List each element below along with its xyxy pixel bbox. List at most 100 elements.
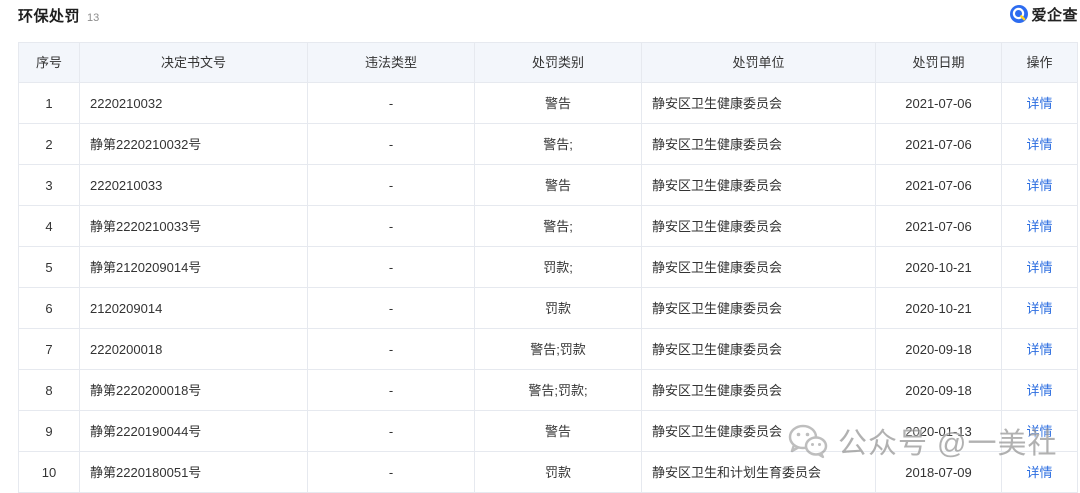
brand-logo: 爱企查 xyxy=(1009,3,1078,25)
cell-authority: 静安区卫生健康委员会 xyxy=(642,206,876,247)
cell-index: 4 xyxy=(19,206,80,247)
cell-index: 1 xyxy=(19,83,80,124)
table-row: 10 静第2220180051号 - 罚款 静安区卫生和计划生育委员会 2018-07-0… xyxy=(19,452,1078,493)
search-q-icon xyxy=(1010,5,1029,23)
cell-violation-type: - xyxy=(308,247,475,288)
action-cell: 详情 xyxy=(1002,165,1078,206)
cell-penalty-category: 警告; xyxy=(475,206,642,247)
action-cell: 详情 xyxy=(1002,411,1078,452)
cell-doc-no: 静第2220200018号 xyxy=(80,370,308,411)
table-row: 4 静第2220210033号 - 警告; 静安区卫生健康委员会 2021-07-06 详情 xyxy=(19,206,1078,247)
action-cell: 详情 xyxy=(1002,206,1078,247)
cell-doc-no: 静第2220190044号 xyxy=(80,411,308,452)
cell-authority: 静安区卫生健康委员会 xyxy=(642,411,876,452)
cell-date: 2020-01-13 xyxy=(876,411,1002,452)
cell-date: 2021-07-06 xyxy=(876,83,1002,124)
cell-doc-no: 静第2220210032号 xyxy=(80,124,308,165)
cell-doc-no: 2220210032 xyxy=(80,83,308,124)
cell-penalty-category: 罚款 xyxy=(475,452,642,493)
details-link[interactable]: 详情 xyxy=(1026,302,1052,315)
cell-penalty-category: 警告;罚款 xyxy=(475,329,642,370)
brand-name: 爱企查 xyxy=(1031,6,1078,24)
cell-violation-type: - xyxy=(308,83,475,124)
cell-index: 6 xyxy=(19,288,80,329)
action-cell: 详情 xyxy=(1002,124,1078,165)
cell-doc-no: 2220200018 xyxy=(80,329,308,370)
penalty-panel: 环保处罚 13 爱企查 序号 决定书文号 违法类型 处罚类别 处罚单位 处罚日期… xyxy=(0,0,1080,493)
details-link[interactable]: 详情 xyxy=(1026,384,1052,397)
cell-penalty-category: 警告;罚款; xyxy=(475,370,642,411)
cell-index: 7 xyxy=(19,329,80,370)
cell-date: 2020-10-21 xyxy=(876,247,1002,288)
cell-penalty-category: 警告 xyxy=(475,165,642,206)
cell-index: 9 xyxy=(19,411,80,452)
cell-authority: 静安区卫生健康委员会 xyxy=(642,124,876,165)
cell-violation-type: - xyxy=(308,452,475,493)
cell-doc-no: 静第2220180051号 xyxy=(80,452,308,493)
cell-date: 2020-09-18 xyxy=(876,329,1002,370)
cell-penalty-category: 警告 xyxy=(475,83,642,124)
cell-violation-type: - xyxy=(308,288,475,329)
cell-date: 2021-07-06 xyxy=(876,206,1002,247)
table-row: 9 静第2220190044号 - 警告 静安区卫生健康委员会 2020-01-13 详情 xyxy=(19,411,1078,452)
cell-date: 2018-07-09 xyxy=(876,452,1002,493)
cell-index: 2 xyxy=(19,124,80,165)
cell-date: 2021-07-06 xyxy=(876,165,1002,206)
section-title: 环保处罚 xyxy=(18,8,81,25)
record-count: 13 xyxy=(87,12,100,24)
cell-violation-type: - xyxy=(308,124,475,165)
section-header: 环保处罚 13 xyxy=(18,5,99,29)
cell-index: 5 xyxy=(19,247,80,288)
table-row: 1 2220210032- 警告 静安区卫生健康委员会 2021-07-06 详情 xyxy=(19,83,1078,124)
cell-violation-type: - xyxy=(308,206,475,247)
cell-index: 10 xyxy=(19,452,80,493)
cell-penalty-category: 警告; xyxy=(475,124,642,165)
header-index: 序号 xyxy=(19,43,80,83)
action-cell: 详情 xyxy=(1002,247,1078,288)
header-authority: 处罚单位 xyxy=(642,43,876,83)
table-row: 7 2220200018- 警告;罚款 静安区卫生健康委员会 2020-09-18 详情 xyxy=(19,329,1078,370)
cell-authority: 静安区卫生健康委员会 xyxy=(642,247,876,288)
cell-penalty-category: 罚款; xyxy=(475,247,642,288)
cell-index: 8 xyxy=(19,370,80,411)
cell-date: 2020-10-21 xyxy=(876,288,1002,329)
cell-doc-no: 静第2220210033号 xyxy=(80,206,308,247)
cell-violation-type: - xyxy=(308,329,475,370)
cell-authority: 静安区卫生健康委员会 xyxy=(642,370,876,411)
action-cell: 详情 xyxy=(1002,288,1078,329)
details-link[interactable]: 详情 xyxy=(1026,220,1052,233)
cell-doc-no: 2120209014 xyxy=(80,288,308,329)
details-link[interactable]: 详情 xyxy=(1026,179,1052,192)
action-cell: 详情 xyxy=(1002,329,1078,370)
cell-index: 3 xyxy=(19,165,80,206)
details-link[interactable]: 详情 xyxy=(1026,343,1052,356)
table-row: 2 静第2220210032号 - 警告; 静安区卫生健康委员会 2021-07-06 详情 xyxy=(19,124,1078,165)
cell-violation-type: - xyxy=(308,165,475,206)
table-header-row: 序号 决定书文号 违法类型 处罚类别 处罚单位 处罚日期 操作 xyxy=(19,43,1078,83)
cell-authority: 静安区卫生健康委员会 xyxy=(642,165,876,206)
table-row: 3 2220210033- 警告 静安区卫生健康委员会 2021-07-06 详情 xyxy=(19,165,1078,206)
details-link[interactable]: 详情 xyxy=(1026,97,1052,110)
penalty-table: 序号 决定书文号 违法类型 处罚类别 处罚单位 处罚日期 操作 1 2220210… xyxy=(18,42,1078,493)
table-body: 1 2220210032- 警告 静安区卫生健康委员会 2021-07-06 详情 2 静第2… xyxy=(19,83,1078,493)
action-cell: 详情 xyxy=(1002,452,1078,493)
cell-authority: 静安区卫生健康委员会 xyxy=(642,329,876,370)
cell-doc-no: 2220210033 xyxy=(80,165,308,206)
details-link[interactable]: 详情 xyxy=(1026,425,1052,438)
cell-date: 2021-07-06 xyxy=(876,124,1002,165)
cell-violation-type: - xyxy=(308,411,475,452)
header-violation-type: 违法类型 xyxy=(308,43,475,83)
details-link[interactable]: 详情 xyxy=(1026,466,1052,479)
header-doc-no: 决定书文号 xyxy=(80,43,308,83)
header-penalty-category: 处罚类别 xyxy=(475,43,642,83)
action-cell: 详情 xyxy=(1002,83,1078,124)
header-action: 操作 xyxy=(1002,43,1078,83)
cell-authority: 静安区卫生健康委员会 xyxy=(642,83,876,124)
table-row: 5 静第2120209014号 - 罚款; 静安区卫生健康委员会 2020-10-21 详情 xyxy=(19,247,1078,288)
table-row: 6 2120209014- 罚款 静安区卫生健康委员会 2020-10-21 详情 xyxy=(19,288,1078,329)
cell-penalty-category: 罚款 xyxy=(475,288,642,329)
details-link[interactable]: 详情 xyxy=(1026,261,1052,274)
details-link[interactable]: 详情 xyxy=(1026,138,1052,151)
cell-violation-type: - xyxy=(308,370,475,411)
cell-authority: 静安区卫生健康委员会 xyxy=(642,288,876,329)
